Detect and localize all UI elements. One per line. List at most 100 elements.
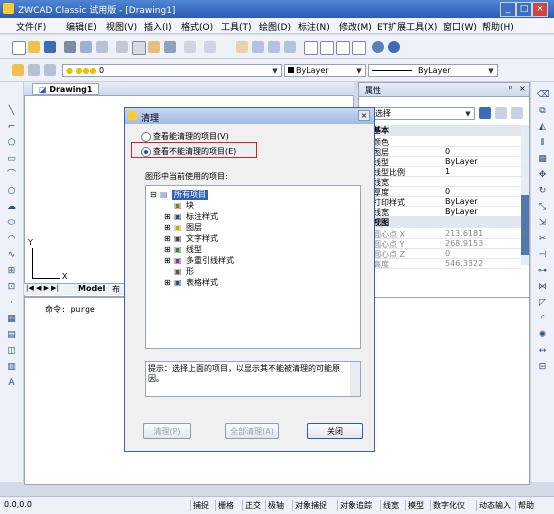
zoom-previous-icon[interactable] [284, 41, 296, 53]
property-row[interactable]: 线宽 [363, 177, 521, 187]
extend-icon[interactable]: ⊣ [537, 250, 548, 261]
polygon-icon[interactable]: ⬠ [6, 138, 17, 149]
status-toggle[interactable]: 帮助 [515, 500, 534, 511]
layer-previous-icon[interactable] [28, 64, 40, 76]
property-row[interactable]: 高度 546.3322 [363, 259, 521, 269]
model-tab[interactable]: Model [78, 284, 105, 293]
help-icon[interactable] [388, 41, 400, 53]
tree-expander[interactable]: ⊞ [164, 278, 171, 288]
tree-expander[interactable]: ⊞ [164, 212, 171, 222]
status-toggle[interactable]: 线宽 [380, 500, 399, 511]
menu-et-tools[interactable]: ET扩展工具(X) [377, 20, 437, 33]
explode-icon[interactable]: ✺ [537, 330, 548, 341]
linetype-select[interactable]: ByLayer ▼ [368, 64, 498, 77]
property-row[interactable]: 颜色 [363, 137, 521, 147]
trim-icon[interactable]: ✂ [537, 234, 548, 245]
tree-item[interactable]: 块 [186, 201, 194, 211]
circle-icon[interactable]: ○ [6, 186, 17, 197]
property-row[interactable]: 厚度 0 [363, 187, 521, 197]
pickadd-icon[interactable] [511, 107, 523, 119]
tree-expander[interactable]: ⊞ [164, 223, 171, 233]
property-row[interactable]: 线宽 ByLayer [363, 207, 521, 217]
tree-expander[interactable]: ⊞ [164, 234, 171, 244]
property-row[interactable]: 线型比例 1 [363, 167, 521, 177]
menu-tools[interactable]: 工具(T) [221, 20, 252, 33]
tree-item[interactable]: 标注样式 [186, 212, 218, 222]
selection-select[interactable]: 无选择 ▼ [363, 107, 475, 120]
align-icon[interactable]: ⊟ [537, 362, 548, 373]
radio-button[interactable] [141, 132, 151, 142]
lengthen-icon[interactable]: ↔ [537, 346, 548, 357]
polyline-icon[interactable]: ⌐ [6, 122, 17, 133]
line-icon[interactable]: ╲ [6, 106, 17, 117]
purge-button[interactable]: 清理(P) [143, 423, 191, 439]
ellipse-arc-icon[interactable]: ◠ [6, 234, 17, 245]
status-toggle[interactable]: 栅格 [215, 500, 234, 511]
calculator-icon[interactable] [352, 41, 366, 55]
copy-icon[interactable] [132, 41, 146, 55]
tree-item[interactable]: 线型 [186, 245, 202, 255]
layer-select[interactable]: ● ●●● 0 ▼ [62, 64, 282, 77]
status-toggle[interactable]: 数字化仪 [430, 500, 465, 511]
menu-draw[interactable]: 绘图(D) [259, 20, 291, 33]
point-icon[interactable]: · [6, 298, 17, 309]
pan-icon[interactable] [236, 41, 248, 53]
radio-button-selected[interactable] [141, 147, 151, 157]
undo-icon[interactable] [184, 41, 196, 53]
close-button[interactable]: 关闭 [307, 423, 363, 439]
menu-file[interactable]: 文件(F) [16, 20, 46, 33]
match-properties-icon[interactable] [164, 41, 176, 53]
property-row[interactable]: 图层 0 [363, 147, 521, 157]
menu-modify[interactable]: 修改(M) [339, 20, 372, 33]
break-icon[interactable]: ⊶ [537, 266, 548, 277]
copy-object-icon[interactable]: ⧉ [537, 106, 548, 117]
tree-item[interactable]: 文字样式 [186, 234, 218, 244]
rotate-icon[interactable]: ↻ [537, 186, 548, 197]
paste-icon[interactable] [148, 41, 160, 53]
properties-scrollbar[interactable] [521, 125, 529, 265]
status-toggle[interactable]: 动态输入 [476, 500, 511, 511]
make-block-icon[interactable]: ⊡ [6, 282, 17, 293]
join-icon[interactable]: ⋈ [537, 282, 548, 293]
tree-item[interactable]: 图层 [186, 223, 202, 233]
zoom-realtime-icon[interactable] [252, 41, 264, 53]
section-view[interactable]: 视图 [363, 217, 521, 228]
pin-icon[interactable]: ᵖ [509, 84, 512, 93]
print-icon[interactable] [64, 41, 76, 53]
menu-window[interactable]: 窗口(W) [443, 20, 477, 33]
menu-help[interactable]: 帮助(H) [482, 20, 514, 33]
save-icon[interactable] [44, 41, 56, 53]
rectangle-icon[interactable]: ▭ [6, 154, 17, 165]
tree-view[interactable]: ⊟ ▤ 所有项目 ▣ 块 ⊞ ▣ 标注样式 ⊞ ▣ 图层 ⊞ ▣ 文字样式 ⊞ ▣ 线型 ⊞ ▣ 多重引线样式 ▣… [145, 185, 361, 349]
tree-expander-root[interactable]: ⊟ [150, 190, 157, 200]
menu-dimension[interactable]: 标注(N) [298, 20, 330, 33]
search-icon[interactable] [372, 41, 384, 53]
property-row[interactable]: 圆心点 Y 268.9153 [363, 239, 521, 249]
mirror-icon[interactable]: ◭ [537, 122, 548, 133]
design-center-icon[interactable] [320, 41, 334, 55]
new-file-icon[interactable] [12, 41, 26, 55]
gradient-icon[interactable]: ▤ [6, 330, 17, 341]
publish-icon[interactable] [96, 41, 108, 53]
status-toggle[interactable]: 极轴 [265, 500, 284, 511]
layer-state-icon[interactable] [44, 64, 56, 76]
radio-non-purgeable[interactable]: 查看不能清理的项目(E) [141, 145, 341, 157]
close-icon[interactable]: × [519, 84, 526, 93]
drawing-tab[interactable]: ◪ Drawing1 [32, 83, 100, 95]
open-file-icon[interactable] [28, 41, 40, 53]
status-toggle[interactable]: 正交 [242, 500, 261, 511]
radio-purgeable[interactable]: 查看能清理的项目(V) [141, 130, 341, 142]
tree-root-item[interactable]: 所有项目 [172, 190, 208, 200]
quick-select-icon[interactable] [479, 107, 491, 119]
region-icon[interactable]: ◫ [6, 346, 17, 357]
status-toggle[interactable]: 对象追踪 [337, 500, 372, 511]
hatch-icon[interactable]: ▦ [6, 314, 17, 325]
hint-scrollbar[interactable] [350, 362, 360, 396]
array-icon[interactable]: ▦ [537, 154, 548, 165]
nav-arrows[interactable]: |◀ ◀ ▶ ▶| [26, 284, 59, 292]
insert-block-icon[interactable]: ⊞ [6, 266, 17, 277]
menu-edit[interactable]: 编辑(E) [66, 20, 97, 33]
tool-palettes-icon[interactable] [336, 41, 350, 55]
purge-all-button[interactable]: 全部清理(A) [225, 423, 279, 439]
property-row[interactable]: 线型 ByLayer [363, 157, 521, 167]
